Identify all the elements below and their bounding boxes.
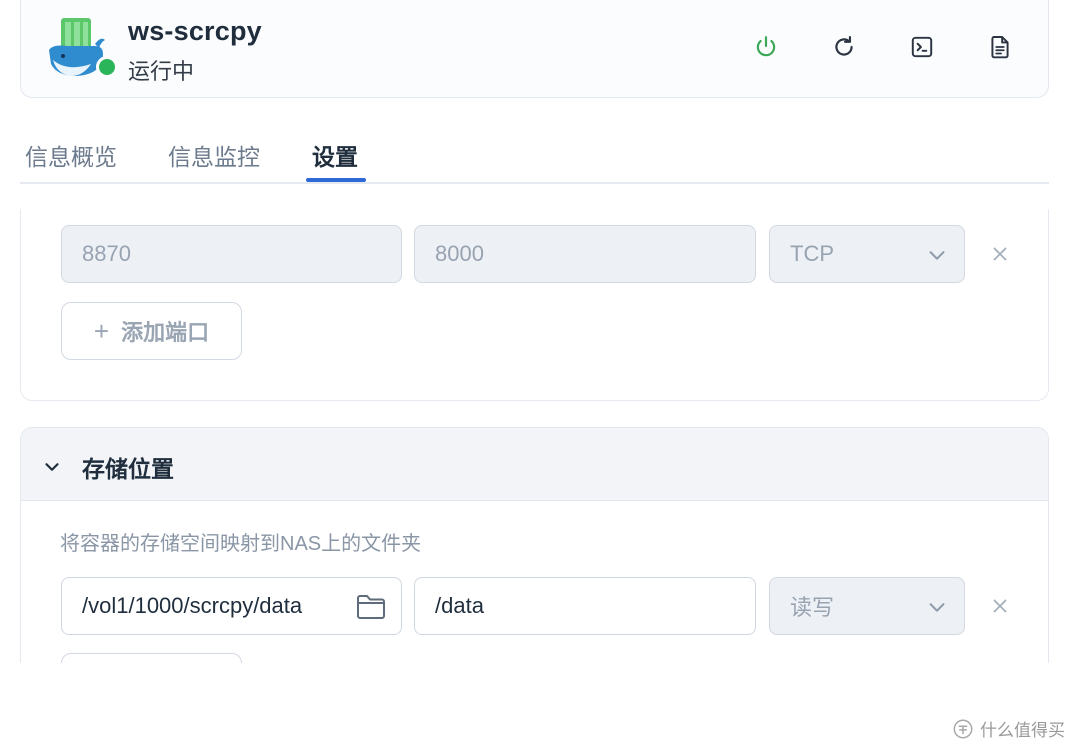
refresh-icon [835, 35, 853, 56]
add-storage-button[interactable] [61, 653, 242, 663]
storage-section-title: 存储位置 [82, 456, 174, 482]
active-tab-indicator [306, 178, 366, 182]
app-header-card: ws-scrcpy 运行中 [20, 0, 1049, 98]
tab-settings[interactable]: 设置 [312, 138, 358, 172]
storage-section-header[interactable]: 存储位置 [21, 428, 1048, 501]
tab-overview[interactable]: 信息概览 [25, 138, 117, 172]
storage-settings-card: 存储位置 将容器的存储空间映射到NAS上的文件夹 /vol1/1000/scrc… [20, 427, 1049, 663]
chevron-down-icon [929, 251, 945, 260]
container-port-value: 8000 [435, 241, 484, 266]
host-port-value: 8870 [82, 241, 131, 266]
tab-monitoring[interactable]: 信息监控 [168, 138, 260, 172]
settings-tab-bar: 信息概览 信息监控 设置 [20, 128, 1049, 184]
restart-button[interactable] [827, 30, 861, 64]
permission-value: 读写 [790, 595, 835, 620]
port-settings-card: 8870 8000 TCP + 添加端口 [20, 209, 1049, 401]
logs-button[interactable] [983, 30, 1017, 64]
plus-icon: + [93, 315, 110, 346]
host-path-input[interactable]: /vol1/1000/scrcpy/data [61, 577, 402, 635]
terminal-button[interactable] [905, 30, 939, 64]
permission-select[interactable]: 读写 [769, 577, 965, 635]
host-port-input[interactable]: 8870 [61, 225, 402, 283]
power-icon [756, 36, 776, 57]
container-port-input[interactable]: 8000 [414, 225, 756, 283]
container-path-value: /data [435, 593, 484, 618]
protocol-select[interactable]: TCP [769, 225, 965, 283]
protocol-value: TCP [790, 241, 834, 266]
storage-description: 将容器的存储空间映射到NAS上的文件夹 [60, 533, 422, 555]
host-path-value: /vol1/1000/scrcpy/data [82, 593, 303, 618]
watermark-logo-icon [953, 719, 973, 738]
app-status-text: 运行中 [128, 59, 195, 84]
add-port-button[interactable]: + 添加端口 [61, 302, 242, 360]
running-status-dot [96, 56, 118, 78]
app-name: ws-scrcpy [128, 16, 262, 46]
remove-port-close-icon[interactable] [989, 243, 1011, 265]
remove-storage-close-icon[interactable] [989, 595, 1011, 617]
folder-icon[interactable] [355, 592, 387, 622]
watermark: 什么值得买 [952, 716, 1065, 741]
container-path-input[interactable]: /data [414, 577, 756, 635]
log-file-icon [991, 36, 1009, 59]
chevron-down-icon [929, 603, 945, 612]
add-port-label: 添加端口 [121, 320, 210, 345]
watermark-text: 什么值得买 [980, 721, 1065, 740]
collapse-chevron-icon[interactable] [41, 456, 63, 478]
terminal-icon [911, 36, 933, 58]
power-button[interactable] [749, 30, 783, 64]
